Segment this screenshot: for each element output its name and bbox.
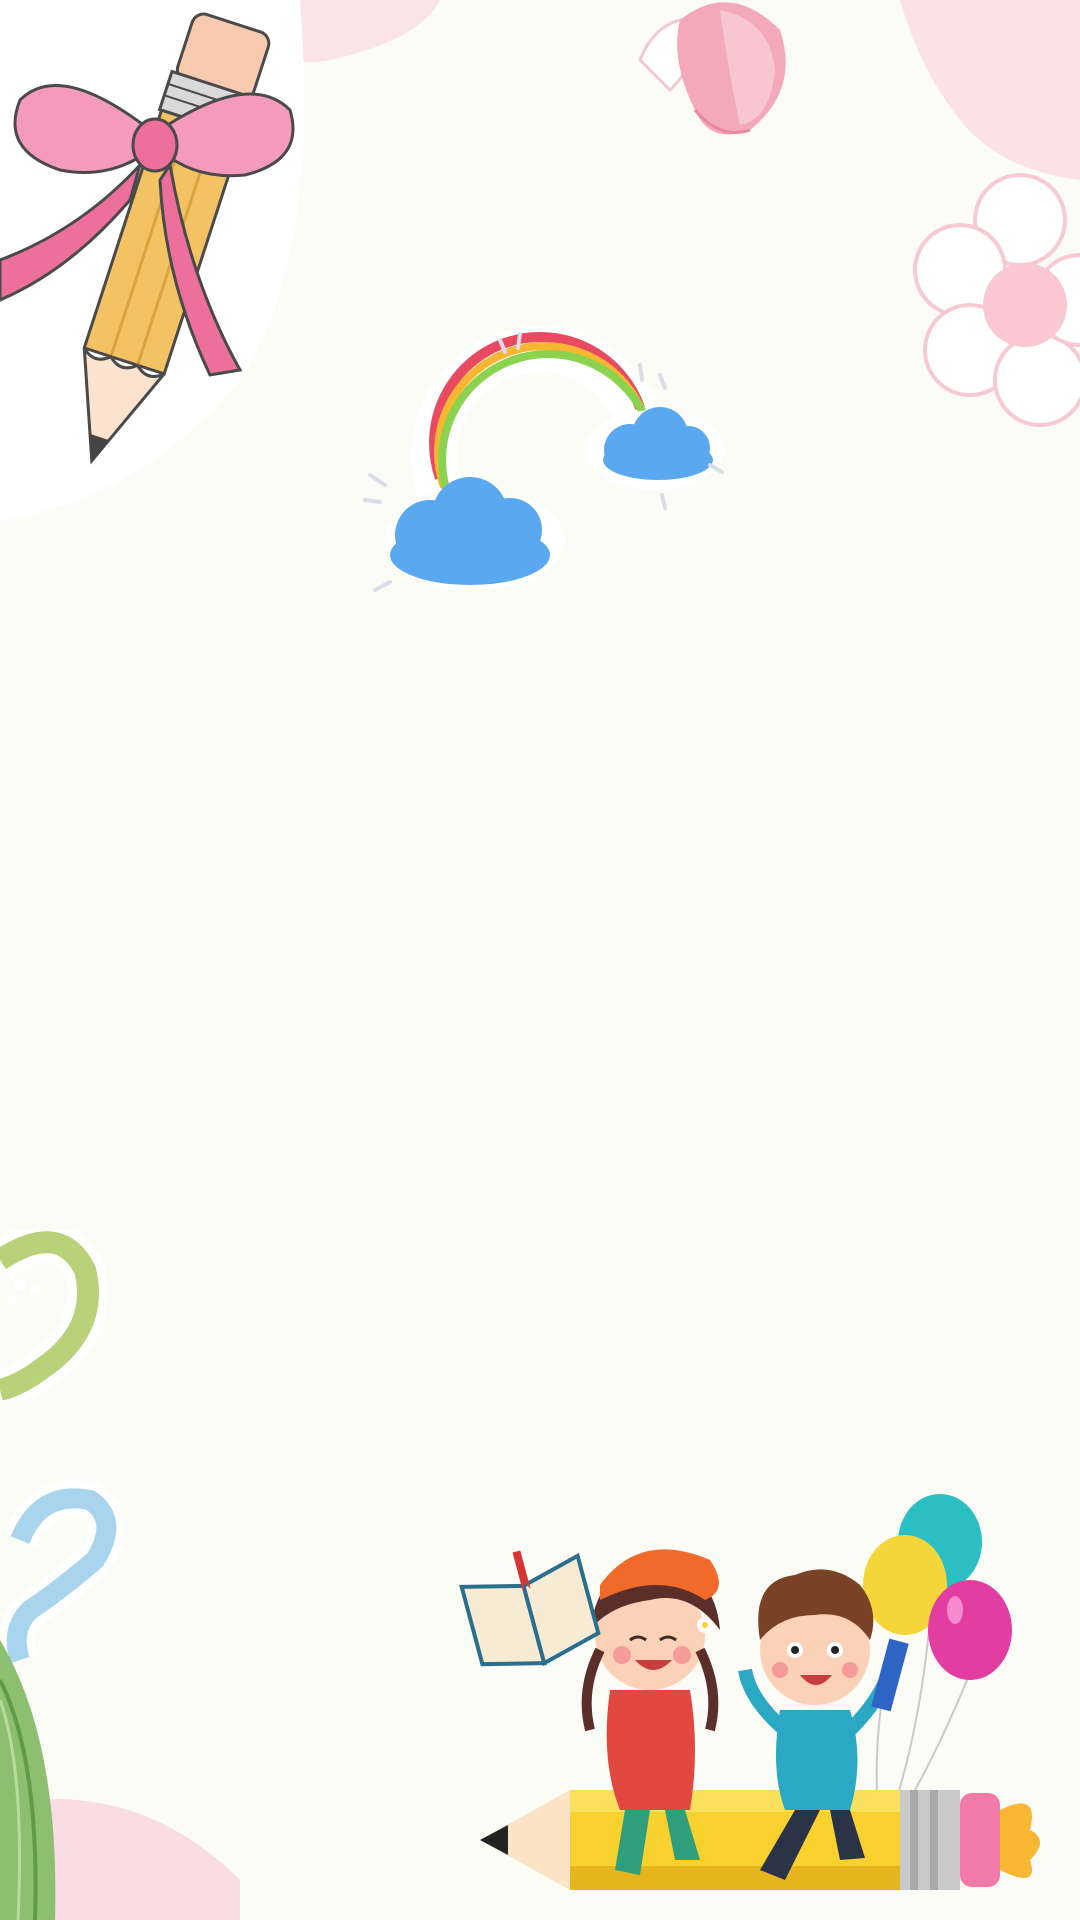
green-swirl-icon [0, 1230, 108, 1400]
pink-flower-icon [913, 173, 1080, 427]
green-leaf-icon [0, 1640, 240, 1920]
page-canvas [0, 0, 1080, 1920]
pencil-with-bow-icon [0, 0, 304, 520]
balloons-icon [863, 1494, 1012, 1680]
tulip-flower-icon [638, 2, 786, 135]
kids-on-pencil-icon [459, 1494, 1040, 1890]
rainbow-clouds-icon [363, 326, 725, 592]
